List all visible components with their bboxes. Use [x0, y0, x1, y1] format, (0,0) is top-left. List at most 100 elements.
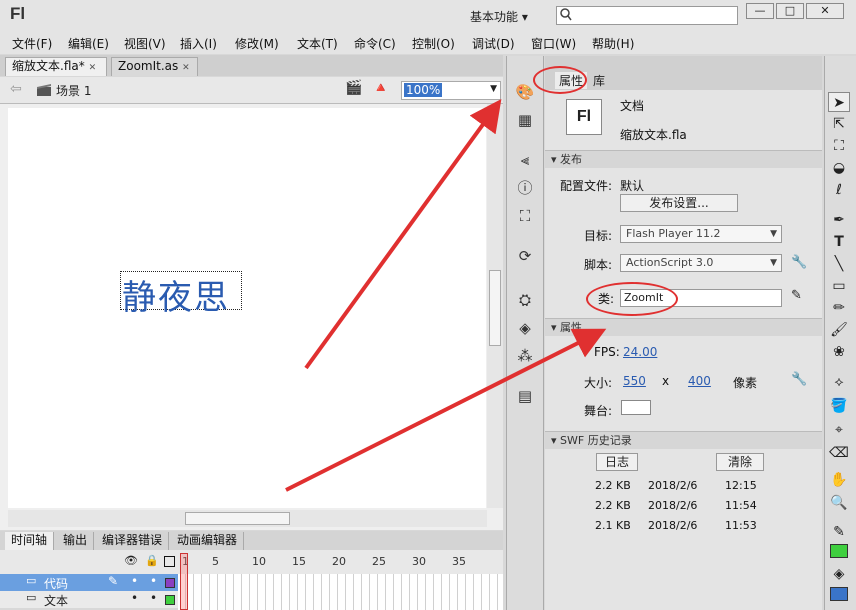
menu-help[interactable]: 帮助(H): [592, 35, 634, 52]
color-palette-icon[interactable]: 🎨: [514, 82, 536, 102]
menu-debug[interactable]: 调试(D): [472, 35, 515, 52]
eraser-tool-icon[interactable]: ⌫: [828, 443, 850, 463]
script-select[interactable]: ActionScript 3.0 ▼: [620, 254, 782, 272]
tab-compiler-errors[interactable]: 编译器错误: [96, 532, 170, 550]
stage-canvas[interactable]: [8, 108, 486, 508]
clear-button[interactable]: 清除: [716, 453, 764, 471]
pencil-icon[interactable]: ✎: [791, 288, 802, 303]
section-properties[interactable]: ▾ 属性: [545, 318, 822, 336]
stage-color-swatch[interactable]: [621, 400, 651, 415]
tab-zoomit-as[interactable]: ZoomIt.as ✕: [111, 57, 198, 76]
text-tool-icon[interactable]: T: [828, 232, 850, 252]
tab-document-fla[interactable]: 缩放文本.fla* ✕: [5, 57, 107, 76]
pencil-tool-icon[interactable]: ✏: [828, 298, 850, 318]
layer-name[interactable]: 代码: [44, 575, 68, 592]
3d-rotation-tool-icon[interactable]: ◒: [828, 158, 850, 178]
menu-edit[interactable]: 编辑(E): [68, 35, 109, 52]
bone-tool-icon[interactable]: ⟡: [828, 372, 850, 392]
layer-name[interactable]: 文本: [44, 592, 68, 609]
fps-value[interactable]: 24.00: [623, 345, 657, 359]
hand-tool-icon[interactable]: ✋: [828, 470, 850, 490]
eye-icon[interactable]: 👁: [124, 554, 138, 567]
lasso-tool-icon[interactable]: ℓ: [828, 180, 850, 200]
stroke-color-icon[interactable]: ✎: [828, 522, 850, 542]
menu-file[interactable]: 文件(F): [12, 35, 52, 52]
info-icon[interactable]: ⓘ: [514, 178, 536, 198]
history-icon[interactable]: ▤: [514, 386, 536, 406]
close-icon[interactable]: ✕: [89, 63, 97, 73]
zoom-tool-icon[interactable]: 🔍: [828, 493, 850, 513]
tab-output[interactable]: 输出: [57, 532, 95, 550]
menu-view[interactable]: 视图(V): [124, 35, 166, 52]
chevron-down-icon[interactable]: ▼: [490, 84, 497, 94]
swatches-icon[interactable]: ▦: [514, 110, 536, 130]
fill-color-swatch[interactable]: [830, 587, 848, 601]
playhead[interactable]: [180, 553, 188, 610]
frame-grid[interactable]: [178, 574, 503, 610]
tab-timeline[interactable]: 时间轴: [5, 532, 55, 550]
history-date: 2018/2/6: [648, 499, 698, 512]
components-icon[interactable]: ⛭: [514, 290, 536, 310]
motion-presets-icon[interactable]: ◈: [514, 318, 536, 338]
edit-symbols-icon[interactable]: 🔺: [372, 80, 389, 96]
close-icon[interactable]: ✕: [182, 63, 190, 73]
stroke-color-swatch[interactable]: [830, 544, 848, 558]
edit-scene-icon[interactable]: 🎬: [345, 80, 362, 96]
history-size: 2.2 KB: [595, 479, 631, 492]
minimize-button[interactable]: —: [746, 3, 774, 19]
transform-icon[interactable]: ⛶: [514, 206, 536, 226]
section-publish[interactable]: ▾ 发布: [545, 150, 822, 168]
rectangle-tool-icon[interactable]: ▭: [828, 276, 850, 296]
log-button[interactable]: 日志: [596, 453, 638, 471]
layer-color-swatch[interactable]: [165, 595, 175, 605]
back-arrow-icon[interactable]: ⇦: [10, 81, 22, 97]
target-value: Flash Player 11.2: [626, 227, 721, 240]
deco-tool-icon[interactable]: ❀: [828, 342, 850, 362]
lock-icon[interactable]: 🔒: [145, 554, 159, 567]
menu-control[interactable]: 控制(O): [412, 35, 455, 52]
menu-insert[interactable]: 插入(I): [180, 35, 217, 52]
selection-tool-icon[interactable]: ➤: [828, 92, 850, 112]
code-snippets-icon[interactable]: ⟳: [514, 246, 536, 266]
wrench-icon[interactable]: 🔧: [791, 372, 807, 387]
width-value[interactable]: 550: [623, 374, 646, 388]
height-value[interactable]: 400: [688, 374, 711, 388]
paint-bucket-tool-icon[interactable]: 🪣: [828, 396, 850, 416]
brush-tool-icon[interactable]: 🖌: [828, 320, 850, 340]
horizontal-scroll-thumb[interactable]: [185, 512, 290, 525]
visibility-dot[interactable]: •: [131, 574, 138, 588]
layer-row[interactable]: ▭ 文本 • •: [0, 591, 178, 608]
publish-settings-button[interactable]: 发布设置...: [620, 194, 738, 212]
menu-window[interactable]: 窗口(W): [531, 35, 576, 52]
project-icon[interactable]: ⁂: [514, 346, 536, 366]
lock-dot[interactable]: •: [150, 574, 157, 588]
lock-dot[interactable]: •: [150, 591, 157, 605]
vertical-scroll-thumb[interactable]: [489, 270, 501, 346]
outline-icon[interactable]: [164, 556, 175, 567]
layer-color-swatch[interactable]: [165, 578, 175, 588]
menu-modify[interactable]: 修改(M): [235, 35, 279, 52]
tab-motion-editor[interactable]: 动画编辑器: [171, 532, 245, 550]
stage-text[interactable]: 静夜思: [122, 270, 230, 319]
menu-text[interactable]: 文本(T): [297, 35, 338, 52]
line-tool-icon[interactable]: ╲: [828, 254, 850, 274]
eyedropper-tool-icon[interactable]: ⌖: [828, 420, 850, 440]
menu-commands[interactable]: 命令(C): [354, 35, 396, 52]
free-transform-tool-icon[interactable]: ⛶: [828, 136, 850, 156]
tab-library[interactable]: 库: [593, 72, 605, 89]
target-select[interactable]: Flash Player 11.2 ▼: [620, 225, 782, 243]
search-input[interactable]: [556, 6, 738, 25]
pen-tool-icon[interactable]: ✒: [828, 210, 850, 230]
wrench-icon[interactable]: 🔧: [791, 255, 807, 270]
fill-color-icon[interactable]: ◈: [828, 564, 850, 584]
zoom-select[interactable]: 100% ▼: [401, 81, 501, 100]
align-icon[interactable]: ⫷: [514, 150, 536, 170]
visibility-dot[interactable]: •: [131, 591, 138, 605]
pencil-icon[interactable]: ✎: [108, 574, 118, 588]
subselection-tool-icon[interactable]: ⇱: [828, 114, 850, 134]
workspace-switcher[interactable]: 基本功能 ▾: [470, 8, 528, 25]
maximize-button[interactable]: □: [776, 3, 804, 19]
section-swf-history[interactable]: ▾ SWF 历史记录: [545, 431, 822, 449]
close-button[interactable]: ✕: [806, 3, 844, 19]
layer-row[interactable]: ▭ 代码 ✎ • •: [0, 574, 178, 591]
